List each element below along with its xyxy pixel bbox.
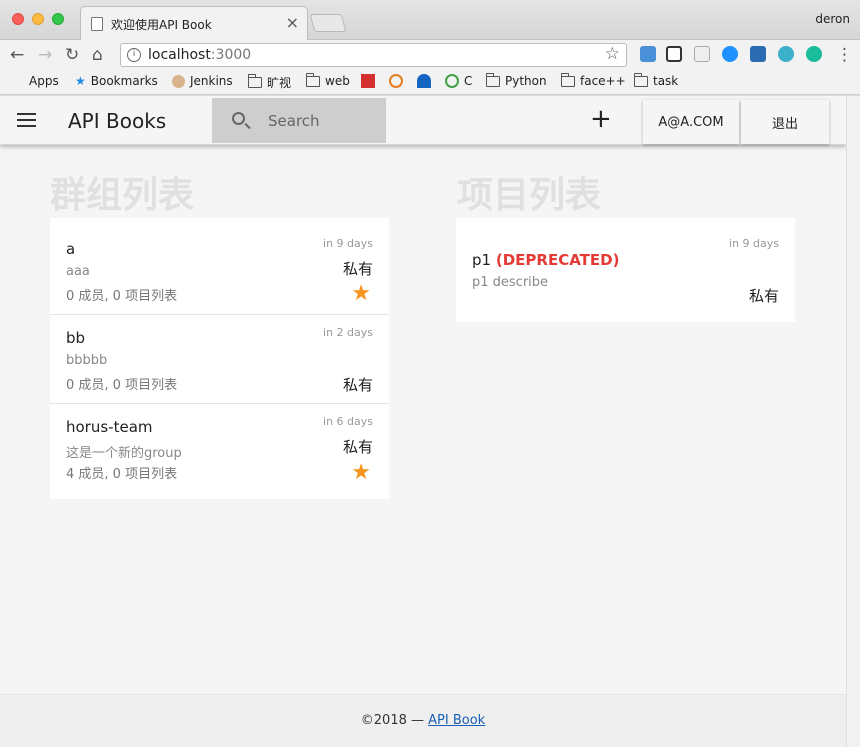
browser-tab[interactable]: 欢迎使用API Book × (80, 6, 308, 41)
page-viewport: API Books + A@A.COM 退出 群组列表 a aaa 0 成员, … (0, 96, 846, 747)
group-date: in 6 days (323, 415, 373, 428)
site-icon (361, 74, 375, 88)
group-card[interactable]: a aaa 0 成员, 0 项目列表 in 9 days 私有 ★ (50, 218, 389, 315)
group-description: aaa (66, 264, 90, 279)
group-stats: 0 成员, 0 项目列表 (66, 289, 178, 304)
reload-icon[interactable]: ↻ (65, 44, 79, 66)
search-icon (232, 112, 245, 125)
bookmark-apps[interactable]: Apps (12, 74, 59, 88)
add-icon[interactable]: + (590, 104, 612, 134)
projects-heading: 项目列表 (457, 175, 602, 216)
project-description: p1 describe (472, 275, 549, 290)
group-visibility: 私有 (342, 438, 373, 456)
qr-extension-icon[interactable] (666, 46, 682, 62)
extension-icon[interactable] (750, 46, 766, 62)
page-icon (91, 17, 103, 31)
extension-icon[interactable] (694, 46, 710, 62)
project-name: p1 (DEPRECATED) (472, 251, 620, 269)
apps-grid-icon (12, 75, 24, 87)
group-stats: 0 成员, 0 项目列表 (66, 378, 178, 393)
group-date: in 2 days (323, 326, 373, 339)
tab-title: 欢迎使用API Book (111, 18, 212, 32)
home-icon[interactable]: ⌂ (92, 44, 103, 66)
browser-titlebar: 欢迎使用API Book × deron (0, 0, 860, 41)
group-card[interactable]: bb bbbbb 0 成员, 0 项目列表 in 2 days 私有 (50, 315, 389, 404)
search-input[interactable] (268, 110, 378, 132)
bookmark-site[interactable] (361, 74, 380, 88)
code-icon (445, 74, 459, 88)
new-tab-button[interactable] (309, 14, 347, 32)
maximize-window-button[interactable] (52, 13, 64, 25)
search-box[interactable] (212, 98, 386, 143)
jenkins-icon (172, 74, 185, 88)
minimize-window-button[interactable] (32, 13, 44, 25)
group-card[interactable]: horus-team 这是一个新的group 4 成员, 0 项目列表 in 6… (50, 404, 389, 499)
back-arrow-icon[interactable]: ← (10, 44, 24, 66)
group-visibility: 私有 (342, 260, 373, 278)
star-icon: ★ (75, 74, 86, 88)
folder-icon (634, 72, 648, 87)
group-name: horus-team (66, 418, 153, 436)
bookmark-bookmarks[interactable]: ★ Bookmarks (75, 74, 158, 88)
url-text: localhost:3000 (148, 47, 252, 63)
site-icon (417, 74, 431, 88)
bookmark-folder[interactable]: web (306, 72, 350, 88)
project-visibility: 私有 (748, 287, 779, 305)
group-name: a (66, 240, 76, 258)
logout-button[interactable]: 退出 (741, 100, 829, 144)
extension-icon[interactable] (722, 46, 738, 62)
browser-profile-name[interactable]: deron (815, 12, 850, 26)
group-visibility: 私有 (342, 376, 373, 394)
star-icon[interactable]: ★ (351, 283, 371, 305)
bookmark-site[interactable] (389, 74, 408, 88)
group-description: 这是一个新的group (66, 446, 182, 461)
menu-icon[interactable] (17, 113, 36, 127)
info-icon[interactable]: i (127, 48, 141, 62)
footer: ©2018 — API Book (0, 694, 846, 747)
projects-list: p1 (DEPRECATED) p1 describe in 9 days 私有 (456, 218, 795, 322)
bookmark-c[interactable]: C (445, 74, 472, 88)
group-description: bbbbb (66, 353, 108, 368)
close-window-button[interactable] (12, 13, 24, 25)
scrollbar[interactable] (846, 96, 860, 747)
bookmark-star-icon[interactable]: ☆ (605, 44, 620, 64)
bookmark-folder[interactable]: face++ (561, 72, 626, 88)
folder-icon (306, 72, 320, 87)
extension-icon[interactable] (806, 46, 822, 62)
browser-toolbar: ← → ↻ ⌂ i localhost:3000 ☆ ⋮ (0, 40, 860, 70)
folder-icon (561, 72, 575, 87)
bookmarks-bar: Apps ★ Bookmarks Jenkins 旷视 web C Python… (0, 70, 860, 95)
address-bar[interactable]: i localhost:3000 ☆ (120, 43, 627, 67)
extension-icon[interactable] (778, 46, 794, 62)
menu-dots-icon[interactable]: ⋮ (836, 44, 853, 66)
app-title: API Books (68, 109, 167, 133)
project-card[interactable]: p1 (DEPRECATED) p1 describe in 9 days 私有 (456, 218, 795, 322)
close-tab-icon[interactable]: × (286, 13, 299, 32)
bookmark-site[interactable] (417, 74, 436, 88)
user-button[interactable]: A@A.COM (643, 100, 739, 144)
bookmark-folder[interactable]: 旷视 (248, 74, 291, 91)
deprecated-badge: (DEPRECATED) (495, 251, 620, 269)
bookmark-folder[interactable]: task (634, 72, 678, 88)
copyright-text: ©2018 — (360, 713, 429, 728)
folder-icon (486, 72, 500, 87)
groups-list: a aaa 0 成员, 0 项目列表 in 9 days 私有 ★ bb bbb… (50, 218, 389, 499)
app-bar: API Books + A@A.COM 退出 (0, 96, 846, 145)
folder-icon (248, 74, 262, 88)
extension-icon[interactable] (640, 46, 656, 62)
project-date: in 9 days (729, 237, 779, 250)
forward-arrow-icon[interactable]: → (38, 44, 52, 66)
bookmark-jenkins[interactable]: Jenkins (172, 74, 233, 88)
site-icon (389, 74, 403, 88)
footer-link[interactable]: API Book (428, 713, 485, 728)
groups-heading: 群组列表 (50, 175, 195, 216)
star-icon[interactable]: ★ (351, 462, 371, 484)
group-date: in 9 days (323, 237, 373, 250)
group-stats: 4 成员, 0 项目列表 (66, 467, 178, 482)
group-name: bb (66, 329, 86, 347)
bookmark-folder[interactable]: Python (486, 72, 547, 88)
